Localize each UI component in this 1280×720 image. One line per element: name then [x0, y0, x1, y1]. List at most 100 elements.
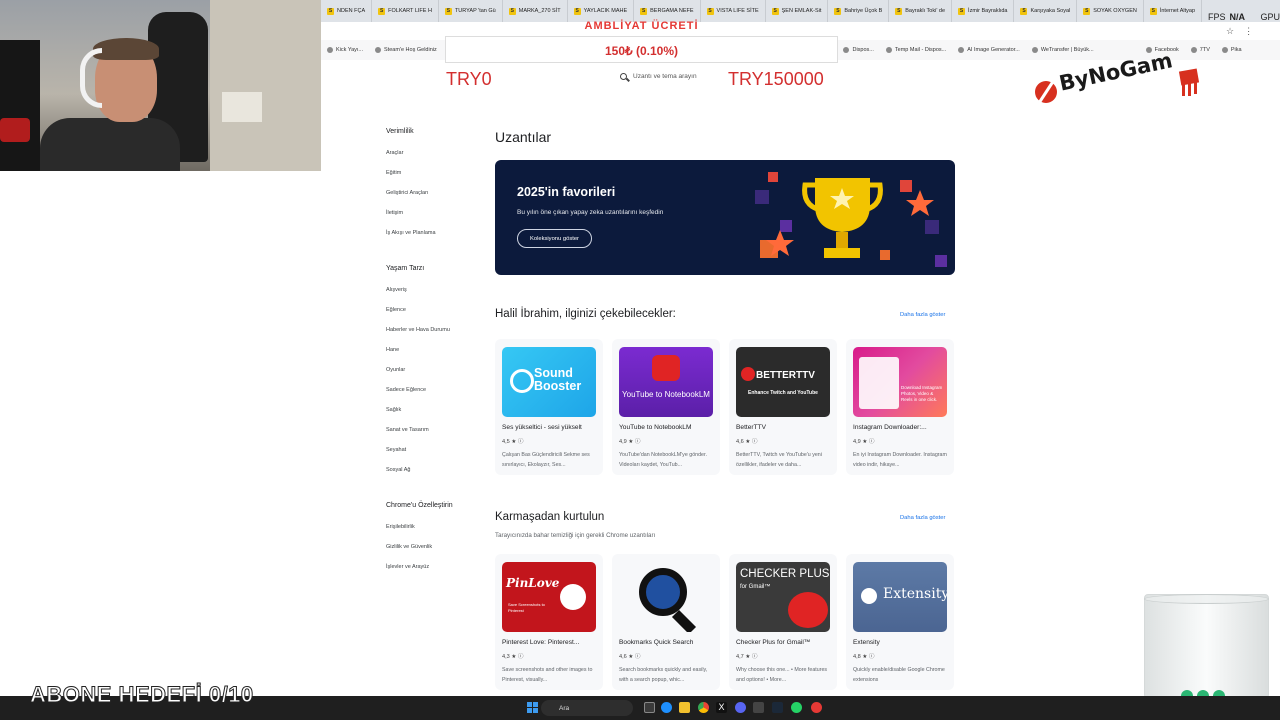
sidebar-item[interactable]: İletişim [386, 209, 476, 229]
app-icon[interactable] [753, 702, 764, 713]
file-explorer-icon[interactable] [679, 702, 690, 713]
sidebar-item[interactable]: Sadece Eğlence [386, 386, 476, 406]
extension-thumbnail[interactable]: PinLove Save Screenshots to Pinterest [502, 562, 596, 632]
extension-name[interactable]: BetterTTV [736, 424, 834, 431]
thumb-subtitle: for Gmail™ [740, 584, 771, 590]
browser-tab[interactable]: S NDEN FÇA [321, 0, 373, 22]
extension-thumbnail[interactable]: YouTube to NotebookLM [619, 347, 713, 417]
taskbar-search[interactable]: Ara [541, 700, 633, 716]
star-icon: ★ [628, 439, 634, 445]
sidebar-item[interactable]: İşlevler ve Arayüz [386, 563, 476, 583]
extension-description: Why choose this one... • More features a… [736, 667, 828, 683]
x-icon[interactable]: X [716, 702, 727, 713]
thumb-subtitle: Save Screenshots to Pinterest [508, 602, 545, 613]
sidebar-item[interactable]: Oyunlar [386, 366, 476, 386]
tab-label: TURYAP 'tan Gü [454, 8, 496, 14]
browser-tab[interactable]: S YAYLACIK MAHE [568, 0, 635, 22]
browser-tab[interactable]: S SOYAK OXYGEN [1077, 0, 1144, 22]
extension-thumbnail[interactable]: CHECKER PLUS for Gmail™ [736, 562, 830, 632]
extension-name[interactable]: Instagram Downloader:... [853, 424, 951, 431]
record-icon[interactable] [811, 702, 822, 713]
browser-tab[interactable]: S Karşıyaka Soyal [1014, 0, 1078, 22]
thumb-title: YouTube to NotebookLM [622, 390, 710, 399]
store-search[interactable]: Uzantı ve tema arayın [612, 65, 728, 87]
discord-icon[interactable] [735, 702, 746, 713]
info-icon: ⓘ [634, 654, 641, 660]
sidebar-group-title[interactable]: Chrome'u Özelleştirin [386, 502, 476, 512]
chrome-icon[interactable] [698, 702, 709, 713]
trophy-artwork [755, 172, 947, 267]
extension-card[interactable]: CHECKER PLUS for Gmail™ Checker Plus for G… [729, 554, 837, 690]
show-more-link[interactable]: Daha fazla göster [900, 515, 945, 521]
featured-banner[interactable]: 2025'in favorileri Bu yılın öne çıkan ya… [495, 160, 955, 275]
sidebar-item[interactable]: Alışveriş [386, 286, 476, 306]
extension-name[interactable]: Extensity [853, 639, 951, 646]
search-input[interactable]: Uzantı ve tema arayın [633, 73, 697, 80]
bookmark-item[interactable]: Kick Yayı... [321, 47, 369, 53]
bookmark-item[interactable]: Temp Mail - Dispos... [880, 47, 952, 53]
extension-card[interactable]: PinLove Save Screenshots to Pinterest Pint… [495, 554, 603, 690]
extension-thumbnail[interactable]: Sound Booster [502, 347, 596, 417]
bookmark-item[interactable]: Dispos... [837, 47, 879, 53]
extension-card[interactable]: Download Instagram Photos, Video & Reels… [846, 339, 954, 475]
browser-tab[interactable]: S Bayraklı Toki' de [889, 0, 953, 22]
star-icon[interactable]: ☆ [1226, 26, 1234, 37]
sidebar-item[interactable]: Sağlık [386, 406, 476, 426]
extension-thumbnail[interactable]: BETTERTTV Enhance Twitch and YouTube [736, 347, 830, 417]
sidebar-item[interactable]: Gizlilik ve Güvenlik [386, 543, 476, 563]
bookmark-icon [375, 47, 382, 53]
browser-tab[interactable]: S ŞEN EMLAK-Sit [766, 0, 829, 22]
extension-card[interactable]: BETTERTTV Enhance Twitch and YouTube Bette… [729, 339, 837, 475]
browser-tab[interactable]: S İzmir Bayraklıda [952, 0, 1015, 22]
extension-name[interactable]: Bookmarks Quick Search [619, 639, 717, 646]
gpu-label: GPU [1260, 12, 1280, 22]
sidebar-group-title[interactable]: Yaşam Tarzı [386, 265, 476, 275]
edge-icon[interactable] [661, 702, 672, 713]
browser-tab[interactable]: S VISTA LIFE SİTE [701, 0, 766, 22]
extension-name[interactable]: Ses yükseltici - sesi yükselt [502, 424, 600, 431]
extension-name[interactable]: YouTube to NotebookLM [619, 424, 717, 431]
sidebar-item[interactable]: Seyahat [386, 446, 476, 466]
whatsapp-icon[interactable] [791, 702, 802, 713]
browser-tab[interactable]: S BERGAMA NEFE [634, 0, 701, 22]
browser-tab[interactable]: S FOLKART LIFE H [372, 0, 439, 22]
extension-thumbnail[interactable]: Extensity [853, 562, 947, 632]
extension-thumbnail[interactable] [619, 562, 713, 632]
sidebar-item[interactable]: Geliştirici Araçları [386, 189, 476, 209]
extension-name[interactable]: Checker Plus for Gmail™ [736, 639, 834, 646]
bookmark-item[interactable]: Pika [1216, 47, 1248, 53]
extension-card[interactable]: Extensity Extensity 4,8 ★ ⓘ Quickly enable/… [846, 554, 954, 690]
sidebar-item[interactable]: Sanat ve Tasarım [386, 426, 476, 446]
extension-card[interactable]: YouTube to NotebookLM YouTube to Notebook… [612, 339, 720, 475]
task-view-icon[interactable] [644, 702, 655, 713]
browser-tab[interactable]: S MARKA_270 SİT [503, 0, 568, 22]
extension-rating: 4,3 ★ ⓘ [502, 652, 524, 660]
sidebar-item[interactable]: Sosyal Ağ [386, 466, 476, 486]
menu-icon[interactable]: ⋮ [1244, 26, 1253, 37]
tab-favicon-icon: S [895, 7, 903, 15]
extension-name[interactable]: Pinterest Love: Pinterest... [502, 639, 600, 646]
bookmark-item[interactable]: AI Image Generator... [952, 47, 1026, 53]
rating-value: 4,6 [736, 439, 744, 445]
sidebar-item[interactable]: Eğlence [386, 306, 476, 326]
extension-thumbnail[interactable]: Download Instagram Photos, Video & Reels… [853, 347, 947, 417]
sidebar-item[interactable]: Eğitim [386, 169, 476, 189]
streamer-logo: ByNoGam [1035, 48, 1200, 104]
steam-icon[interactable] [772, 702, 783, 713]
sidebar-item[interactable]: Erişilebilirlik [386, 523, 476, 543]
browser-tab[interactable]: S Bahriye Üçok B [828, 0, 890, 22]
browser-tab[interactable]: S TURYAP 'tan Gü [439, 0, 503, 22]
sidebar-item[interactable]: Araçlar [386, 149, 476, 169]
browser-tab[interactable]: S İnternet Altyap [1144, 0, 1203, 22]
windows-start-icon[interactable] [527, 702, 538, 713]
sidebar-group-title[interactable]: Verimlilik [386, 128, 476, 138]
extension-card[interactable]: Bookmarks Quick Search 4,6 ★ ⓘ Search book… [612, 554, 720, 690]
show-more-link[interactable]: Daha fazla göster [900, 312, 945, 318]
bookmark-icon [958, 47, 965, 53]
bookmark-item[interactable]: Steam'e Hoş Geldiniz [369, 47, 443, 53]
show-collection-button[interactable]: Koleksiyonu göster [517, 229, 592, 248]
extension-card[interactable]: Sound Booster Ses yükseltici - sesi yükse… [495, 339, 603, 475]
sidebar-item[interactable]: Hane [386, 346, 476, 366]
sidebar-item[interactable]: Haberler ve Hava Durumu [386, 326, 476, 346]
sidebar-item[interactable]: İş Akışı ve Planlama [386, 229, 476, 249]
